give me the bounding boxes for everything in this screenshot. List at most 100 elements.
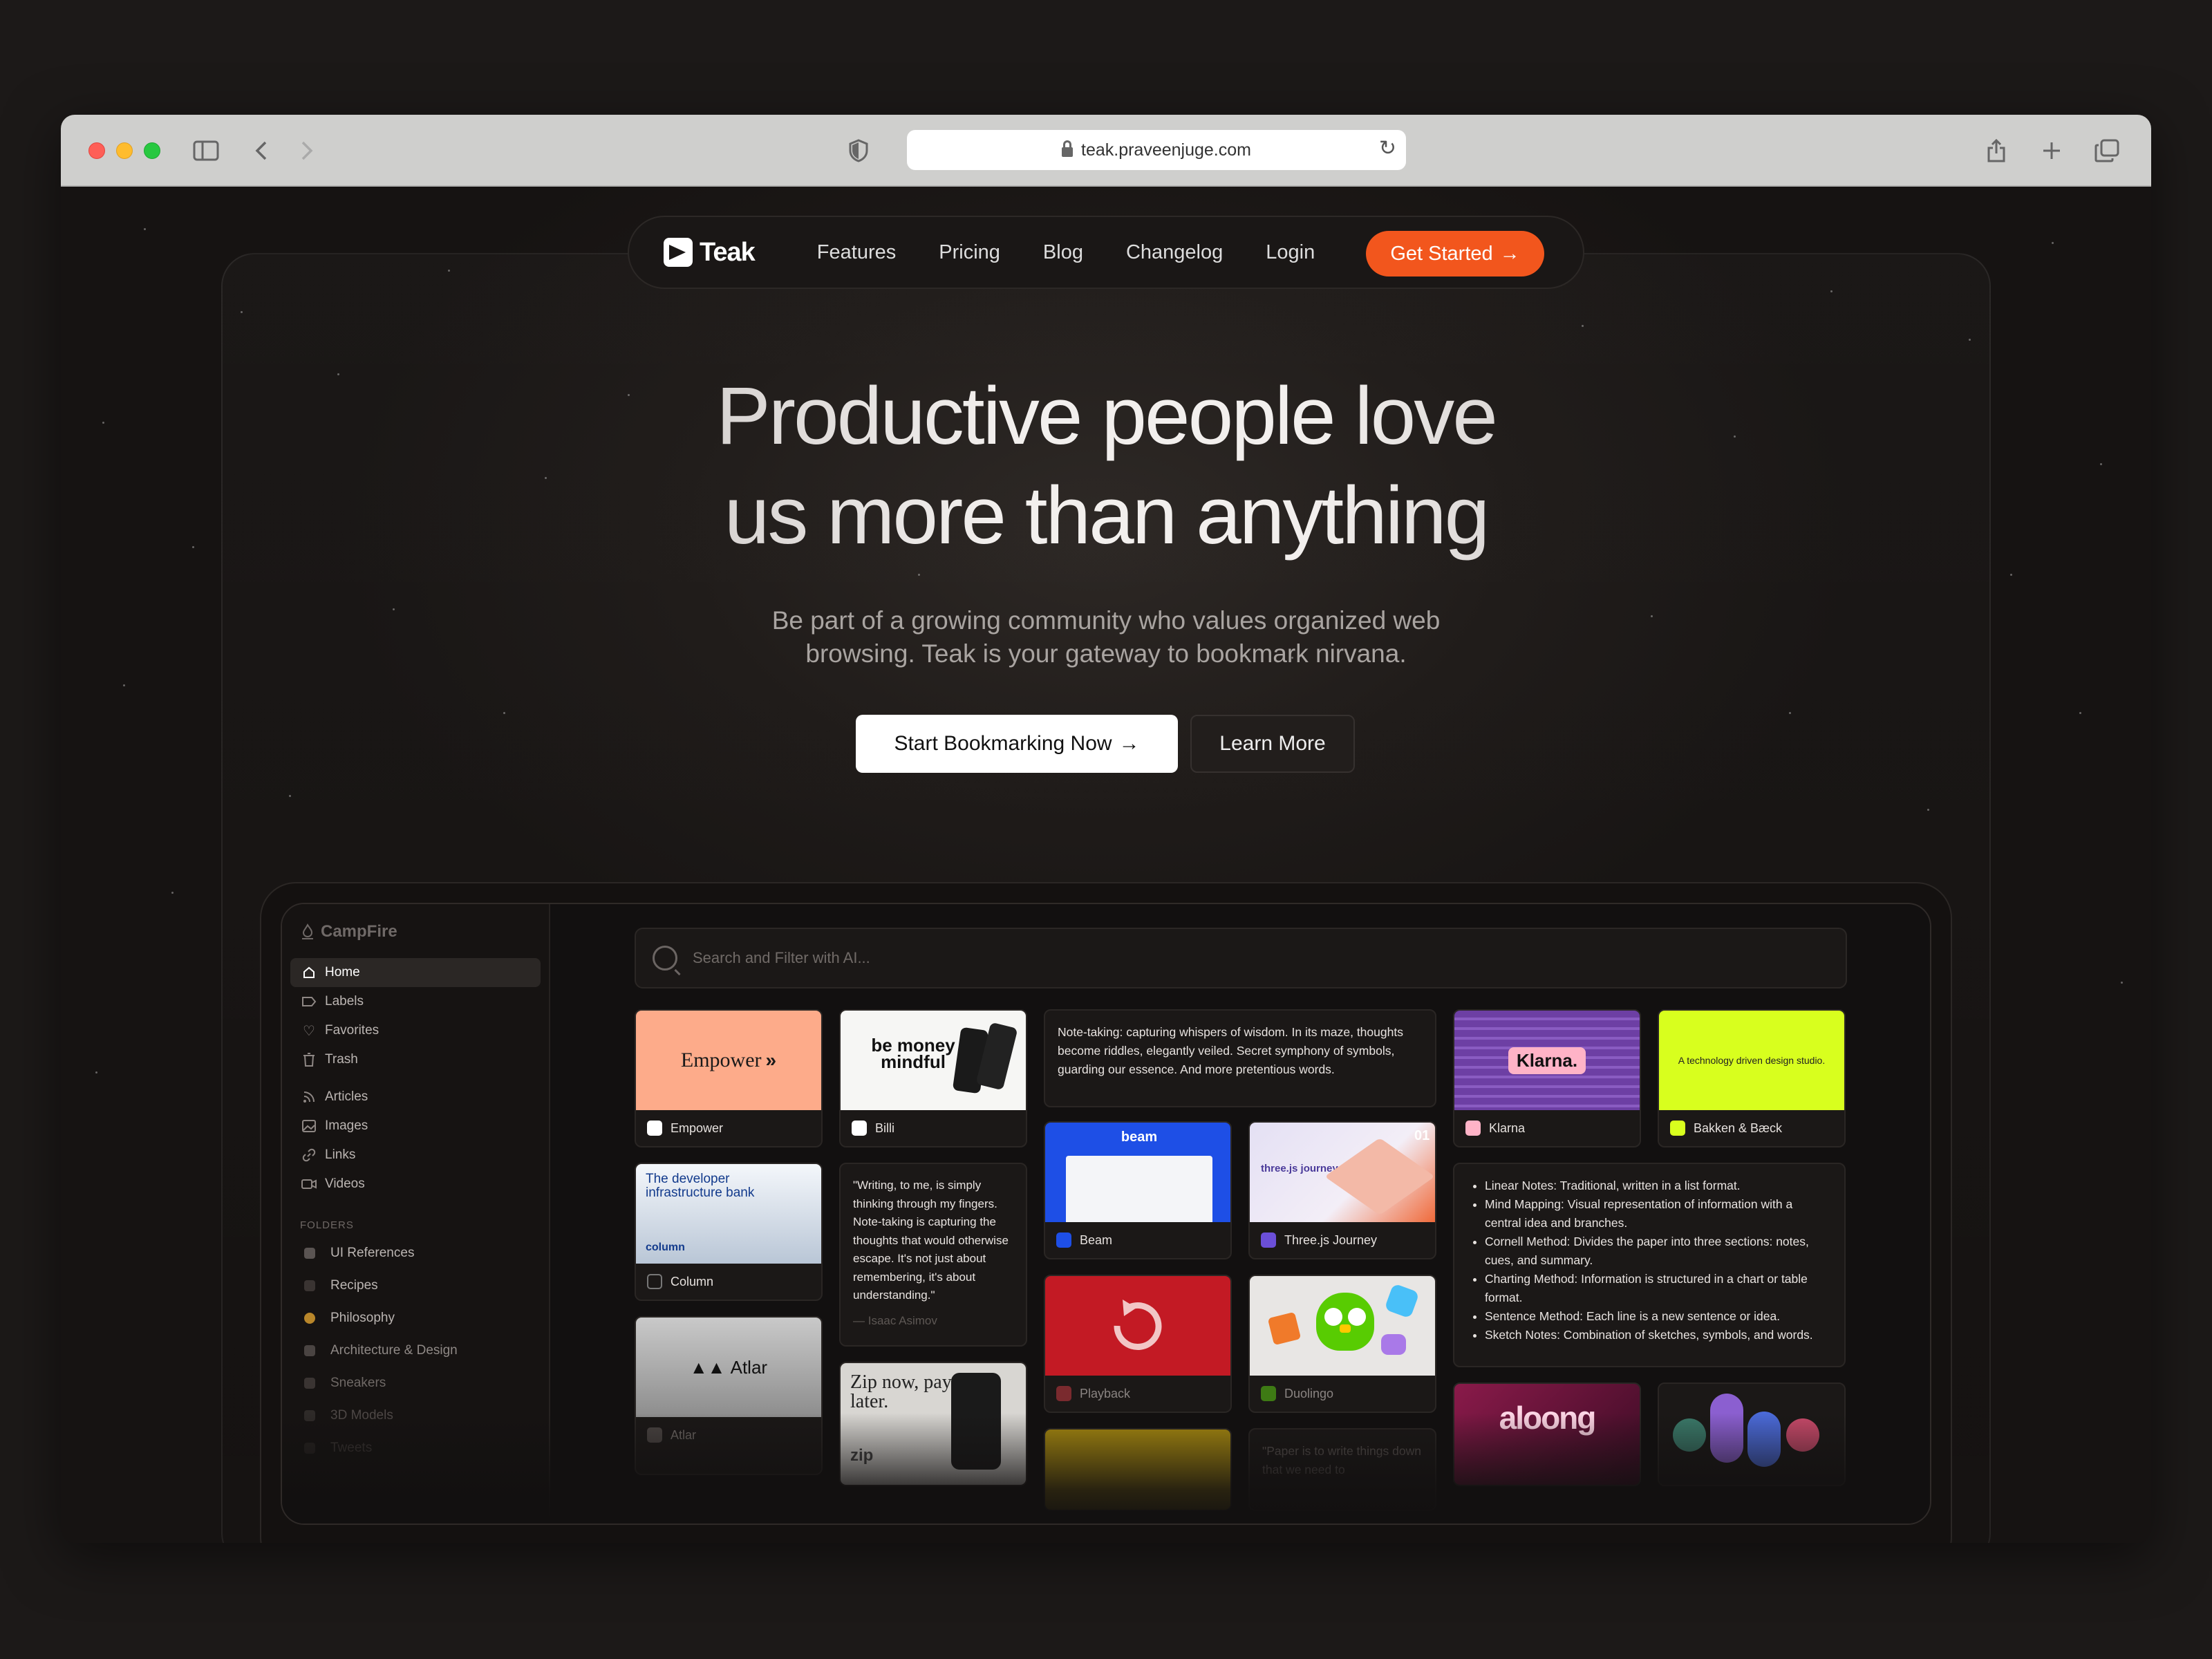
bookmark-card-duolingo[interactable]: Duolingo (1248, 1275, 1436, 1413)
sidebar-item-label: Favorites (325, 1023, 379, 1038)
teak-logo[interactable]: Teak (664, 237, 756, 268)
forward-icon[interactable] (293, 134, 321, 167)
nav-link-features[interactable]: Features (817, 241, 896, 264)
bookmark-card-bakken[interactable]: A technology driven design studio. Bakke… (1658, 1009, 1846, 1147)
bookmark-card-aloong[interactable]: aloong (1453, 1382, 1641, 1486)
playback-favicon (1056, 1386, 1071, 1401)
card-thumbnail: A technology driven design studio. (1659, 1011, 1844, 1110)
arrow-right-icon: → (1499, 242, 1520, 265)
thumbnail-subtext: column (646, 1241, 685, 1253)
note-list-item: Charting Method: Information is structur… (1485, 1270, 1832, 1307)
nav-link-changelog[interactable]: Changelog (1126, 241, 1223, 264)
sidebar-item-home[interactable]: Home (290, 958, 541, 987)
sidebar-item-label: Philosophy (330, 1311, 395, 1325)
sidebar-item-labels[interactable]: Labels (290, 987, 541, 1016)
bookmark-card-column[interactable]: The developer infrastructure bank column… (635, 1163, 823, 1301)
duolingo-favicon (1261, 1386, 1276, 1401)
note-text: Note-taking: capturing whispers of wisdo… (1058, 1025, 1403, 1076)
note-card-methods[interactable]: Linear Notes: Traditional, written in a … (1453, 1163, 1846, 1367)
address-bar[interactable]: teak.praveenjuge.com ↻ (907, 130, 1406, 170)
thumbnail-text: Atlar (730, 1356, 768, 1378)
bookmark-card-billi[interactable]: be money mindful Billi (839, 1009, 1027, 1147)
card-thumbnail: beam (1045, 1123, 1230, 1222)
bookmark-card-zip[interactable]: Zip now, pay later. zip (839, 1362, 1027, 1486)
card-label: Bakken & Bæck (1694, 1121, 1783, 1135)
card-thumbnail: The developer infrastructure bank column (636, 1164, 821, 1264)
billi-favicon (852, 1121, 867, 1136)
card-label: Beam (1080, 1232, 1113, 1247)
sidebar-item-videos[interactable]: Videos (290, 1170, 541, 1199)
zoom-window-button[interactable] (144, 142, 160, 159)
atlar-favicon (647, 1427, 662, 1443)
hero-subtitle: Be part of a growing community who value… (771, 606, 1441, 668)
nav-link-pricing[interactable]: Pricing (939, 241, 1000, 264)
hero-title: Productive people love us more than anyt… (61, 366, 2151, 565)
heart-icon: ♡ (303, 1023, 315, 1039)
folder-icon (304, 1280, 315, 1291)
klarna-favicon (1465, 1121, 1481, 1136)
sidebar-folder-ui-references[interactable]: UI References (290, 1239, 541, 1268)
card-label: Atlar (671, 1427, 697, 1442)
sidebar-folder-philosophy[interactable]: Philosophy (290, 1304, 541, 1333)
bookmark-card-klarna[interactable]: Klarna. Klarna (1453, 1009, 1641, 1147)
sidebar-folder-tweets[interactable]: Tweets (290, 1434, 541, 1463)
get-started-button[interactable]: Get Started → (1366, 231, 1544, 276)
video-icon (300, 1175, 318, 1193)
folder-icon (304, 1313, 315, 1324)
bookmark-card-yellow[interactable] (1044, 1428, 1232, 1511)
hero-title-line-2: us more than anything (724, 470, 1488, 561)
app-preview: CampFire Home Labels ♡ Favorites Trash A… (281, 903, 1931, 1525)
note-text: "Paper is to write things down that we n… (1262, 1444, 1421, 1477)
workspace-name: CampFire (300, 922, 397, 941)
bookmark-card-threejs[interactable]: three.js journey 01 Three.js Journey (1248, 1121, 1436, 1259)
thumbnail-text: three.js journey (1261, 1163, 1338, 1174)
card-thumbnail (1659, 1384, 1844, 1485)
sidebar-item-links[interactable]: Links (290, 1141, 541, 1170)
sidebar-item-trash[interactable]: Trash (290, 1045, 541, 1074)
card-thumbnail: Klarna. (1454, 1011, 1640, 1110)
minimize-window-button[interactable] (116, 142, 133, 159)
folder-icon (304, 1378, 315, 1389)
learn-more-button[interactable]: Learn More (1190, 715, 1355, 773)
note-text: "Writing, to me, is simply thinking thro… (853, 1179, 1009, 1302)
sidebar-folder-recipes[interactable]: Recipes (290, 1271, 541, 1300)
start-bookmarking-button[interactable]: Start Bookmarking Now → (856, 715, 1178, 773)
close-window-button[interactable] (88, 142, 105, 159)
sidebar-toggle-icon[interactable] (189, 134, 223, 167)
sidebar-item-images[interactable]: Images (290, 1112, 541, 1141)
bookmark-card-atlar[interactable]: ▲▲ Atlar Atlar (635, 1316, 823, 1475)
browser-toolbar: teak.praveenjuge.com ↻ (61, 115, 2151, 187)
thumbnail-text: aloong (1499, 1400, 1597, 1436)
note-card-paper[interactable]: "Paper is to write things down that we n… (1248, 1428, 1436, 1511)
card-label: Klarna (1489, 1121, 1526, 1135)
reload-icon[interactable]: ↻ (1379, 138, 1396, 159)
nav-link-login[interactable]: Login (1266, 241, 1315, 264)
teak-logo-icon (664, 238, 693, 267)
tab-overview-icon[interactable] (2093, 134, 2121, 167)
ai-search-input[interactable]: Search and Filter with AI... (635, 928, 1847, 988)
sidebar-folder-architecture[interactable]: Architecture & Design (290, 1336, 541, 1365)
bookmark-card-empower[interactable]: Empower » Empower (635, 1009, 823, 1147)
note-card-quote[interactable]: "Writing, to me, is simply thinking thro… (839, 1163, 1027, 1347)
shield-icon[interactable] (845, 134, 872, 167)
share-icon[interactable] (1983, 134, 2010, 167)
sidebar-folder-sneakers[interactable]: Sneakers (290, 1369, 541, 1398)
card-thumbnail: Zip now, pay later. zip (841, 1363, 1026, 1485)
thumbnail-badge: 01 (1414, 1128, 1430, 1143)
note-list-item: Linear Notes: Traditional, written in a … (1485, 1177, 1832, 1195)
bookmark-card-blobs[interactable] (1658, 1382, 1846, 1486)
sidebar-item-favorites[interactable]: ♡ Favorites (290, 1016, 541, 1045)
nav-link-blog[interactable]: Blog (1043, 241, 1083, 264)
card-label: Duolingo (1284, 1386, 1334, 1400)
sidebar-folder-3d-models[interactable]: 3D Models (290, 1401, 541, 1430)
note-list-item: Cornell Method: Divides the paper into t… (1485, 1232, 1832, 1270)
new-tab-icon[interactable] (2038, 134, 2065, 167)
sidebar-item-articles[interactable]: Articles (290, 1082, 541, 1112)
note-card-wisdom[interactable]: Note-taking: capturing whispers of wisdo… (1044, 1009, 1436, 1107)
logo-text: Teak (700, 237, 756, 267)
bookmark-card-beam[interactable]: beam Beam (1044, 1121, 1232, 1259)
tag-icon (300, 993, 318, 1011)
bookmark-card-playback[interactable]: Playback (1044, 1275, 1232, 1413)
sidebar-item-label: Tweets (330, 1441, 373, 1455)
back-icon[interactable] (247, 134, 275, 167)
